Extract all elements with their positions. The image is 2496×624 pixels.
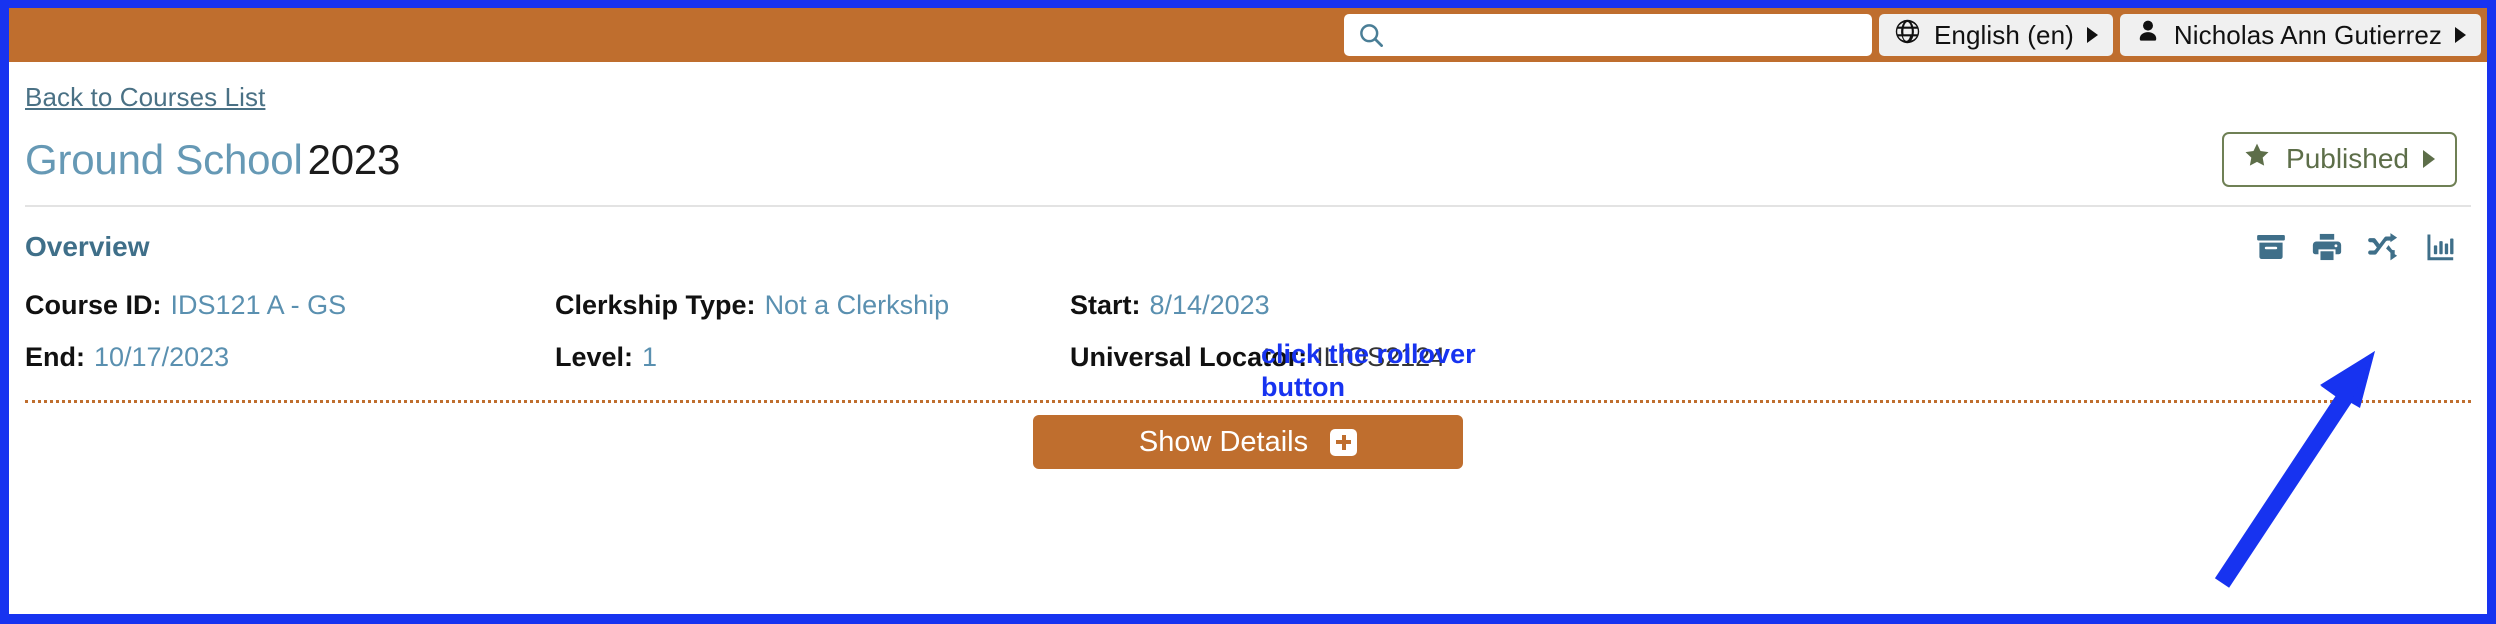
overview-action-icons [2254,231,2457,263]
bar-chart-icon[interactable] [2423,231,2457,263]
chevron-right-icon [2423,150,2435,168]
course-year: 2023 [307,135,401,183]
globe-icon [1894,18,1921,52]
publication-status-button[interactable]: Published [2222,132,2457,187]
course-details-grid: Course ID: IDS121 A - GS Clerkship Type: N… [25,263,2471,373]
field-value: 1 [642,342,658,372]
field-level: Level: 1 [555,342,1070,373]
details-divider [25,400,2471,403]
show-details-label: Show Details [1138,425,1309,458]
chevron-right-icon [2455,27,2466,43]
overview-header: Overview [25,207,2471,263]
field-value: Not a Clerkship [764,290,950,320]
show-details-row: Show Details [25,415,2471,469]
print-icon[interactable] [2310,231,2344,263]
user-menu[interactable]: Nicholas Ann Gutierrez [2119,14,2481,56]
language-selector[interactable]: English (en) [1878,14,2113,56]
annotated-screenshot-frame: English (en) Nicholas Ann Gutierrez Back… [0,0,2496,624]
search-input[interactable] [1394,22,1858,48]
course-name: Ground School [25,135,303,183]
chevron-right-icon [2086,27,2098,43]
field-end: End: 10/17/2023 [25,342,555,373]
field-label: Clerkship Type: [555,290,756,320]
search-icon [1358,22,1385,49]
field-label: Course ID: [25,290,162,320]
archive-icon[interactable] [2254,231,2288,263]
page-title: Ground School 2023 [25,136,400,184]
annotation-text: click the rollover button [1261,339,1476,402]
star-icon [2242,141,2272,177]
plus-icon [1330,428,1358,456]
back-to-courses-list-link[interactable]: Back to Courses List [25,62,265,113]
page-content: Back to Courses List Ground School 2023 P… [9,62,2487,469]
course-title-row: Ground School 2023 Published [25,113,2471,205]
field-clerkship-type: Clerkship Type: Not a Clerkship [555,290,1070,321]
user-icon [2135,18,2161,52]
field-label: End: [25,342,85,372]
search-box[interactable] [1343,14,1872,56]
user-name-label: Nicholas Ann Gutierrez [2173,19,2442,50]
language-label: English (en) [1933,19,2074,50]
field-value: 8/14/2023 [1149,290,1270,320]
field-label: Level: [555,342,634,372]
rollover-shuffle-icon[interactable] [2366,231,2401,263]
ilios-course-page: English (en) Nicholas Ann Gutierrez Back… [9,8,2487,614]
publication-status-label: Published [2286,143,2409,174]
overview-title: Overview [25,231,150,262]
field-value: 10/17/2023 [94,342,230,372]
app-header: English (en) Nicholas Ann Gutierrez [9,8,2487,62]
field-start: Start: 8/14/2023 [1070,290,2471,321]
field-value: IDS121 A - GS [170,290,347,320]
field-label: Start: [1070,290,1141,320]
show-details-button[interactable]: Show Details [1033,415,1463,469]
field-course-id: Course ID: IDS121 A - GS [25,290,555,321]
